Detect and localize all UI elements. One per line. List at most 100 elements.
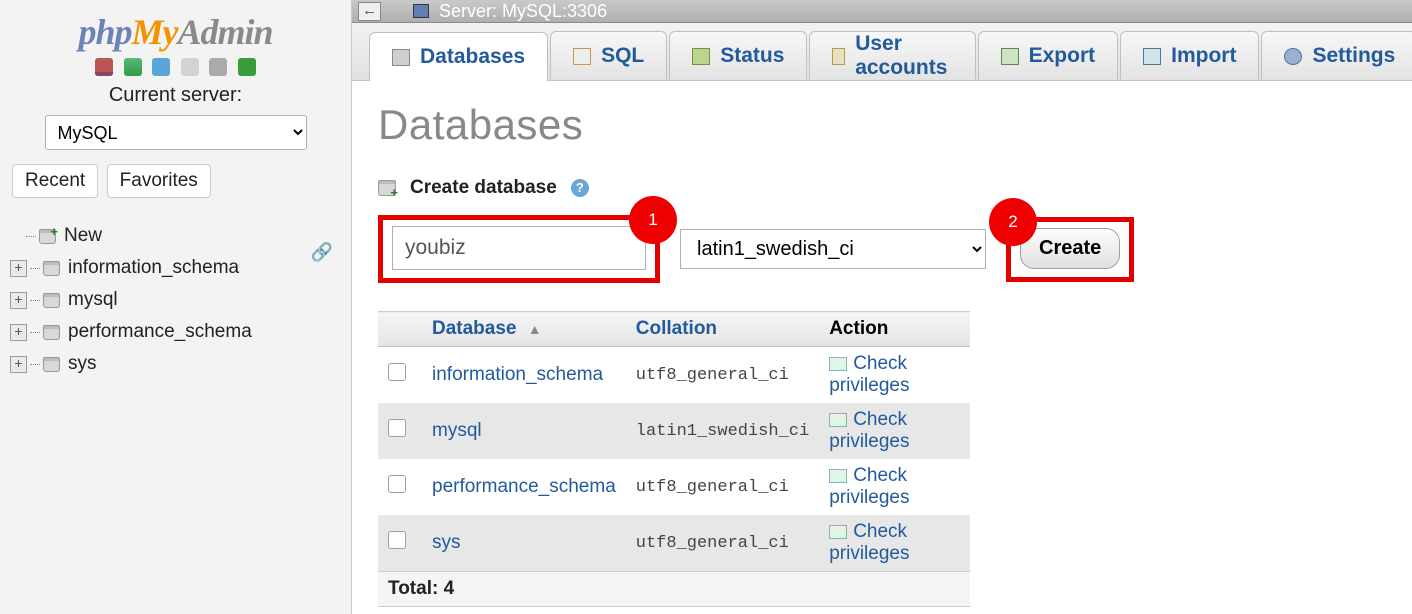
sidebar: phpMyAdmin Current server: MySQL Recent … — [0, 0, 352, 614]
export-icon — [1001, 48, 1019, 65]
databases-table: Database ▲ Collation Action information_… — [378, 311, 970, 607]
highlight-box-1: 1 — [378, 215, 660, 283]
topbar: ← Server: MySQL:3306 — [352, 0, 1412, 23]
tree-new[interactable]: New — [6, 220, 351, 252]
help-icon[interactable]: ? — [571, 179, 589, 197]
logo-php: php — [78, 12, 131, 52]
logo[interactable]: phpMyAdmin — [0, 11, 351, 53]
recent-favorites: Recent Favorites — [12, 164, 351, 198]
database-icon — [43, 293, 60, 308]
tab-export[interactable]: Export — [978, 31, 1119, 80]
tab-label: SQL — [601, 44, 644, 68]
row-checkbox[interactable] — [388, 475, 406, 493]
tree-db-label[interactable]: sys — [68, 348, 97, 380]
import-icon — [1143, 48, 1161, 65]
table-row: mysql latin1_swedish_ci Check privileges — [378, 403, 970, 459]
wrench-icon — [1284, 48, 1302, 65]
server-select[interactable]: MySQL — [45, 115, 307, 150]
expand-icon[interactable]: + — [10, 260, 27, 277]
sql-icon — [573, 48, 591, 65]
privileges-icon — [829, 357, 847, 371]
tab-label: User accounts — [855, 32, 952, 80]
tab-label: Import — [1171, 44, 1236, 68]
server-icon — [413, 4, 429, 18]
page-title: Databases — [378, 101, 1412, 149]
new-database-icon — [39, 229, 56, 244]
tree-item[interactable]: + information_schema — [6, 252, 351, 284]
database-name-input[interactable] — [392, 226, 646, 270]
reload-icon[interactable] — [238, 58, 256, 76]
tree-item[interactable]: + performance_schema — [6, 316, 351, 348]
privileges-icon — [829, 525, 847, 539]
status-icon — [692, 48, 710, 65]
breadcrumb-server[interactable]: Server: MySQL:3306 — [439, 1, 607, 22]
home-icon[interactable] — [95, 58, 113, 76]
col-collation[interactable]: Collation — [626, 312, 819, 347]
back-button[interactable]: ← — [358, 2, 381, 21]
tab-status[interactable]: Status — [669, 31, 807, 80]
settings-icon[interactable] — [209, 58, 227, 76]
tree-item[interactable]: + mysql — [6, 284, 351, 316]
tab-label: Status — [720, 44, 784, 68]
tree-db-label[interactable]: information_schema — [68, 252, 239, 284]
tab-label: Settings — [1312, 44, 1395, 68]
db-link[interactable]: mysql — [432, 420, 482, 441]
row-checkbox[interactable] — [388, 363, 406, 381]
link-icon[interactable]: 🔗 — [311, 242, 333, 263]
expand-icon[interactable]: + — [10, 324, 27, 341]
db-collation: utf8_general_ci — [626, 459, 819, 515]
tree-db-label[interactable]: mysql — [68, 284, 118, 316]
db-link[interactable]: information_schema — [432, 364, 603, 385]
col-database[interactable]: Database ▲ — [422, 312, 626, 347]
table-header: Database ▲ Collation Action — [378, 312, 970, 347]
highlight-box-2: 2 Create — [1006, 217, 1134, 282]
create-database-icon — [378, 180, 396, 196]
tree-new-label[interactable]: New — [64, 220, 102, 252]
tree-item[interactable]: + sys — [6, 348, 351, 380]
db-collation: utf8_general_ci — [626, 347, 819, 404]
database-icon — [43, 357, 60, 372]
database-icon — [43, 261, 60, 276]
row-checkbox[interactable] — [388, 531, 406, 549]
expand-icon[interactable]: + — [10, 356, 27, 373]
col-checkbox — [378, 312, 422, 347]
users-icon — [832, 48, 845, 65]
db-link[interactable]: sys — [432, 532, 461, 553]
col-action: Action — [819, 312, 970, 347]
db-link[interactable]: performance_schema — [432, 476, 616, 497]
sort-asc-icon: ▲ — [528, 321, 542, 337]
tab-sql[interactable]: SQL — [550, 31, 667, 80]
docs-icon[interactable] — [152, 58, 170, 76]
database-icon — [43, 325, 60, 340]
current-server-label: Current server: — [0, 84, 351, 107]
create-button[interactable]: Create — [1020, 228, 1120, 269]
create-database-label: Create database — [410, 177, 557, 199]
logo-my: My — [131, 12, 177, 52]
databases-icon — [392, 49, 410, 66]
privileges-icon — [829, 413, 847, 427]
db-collation: utf8_general_ci — [626, 515, 819, 572]
table-row: information_schema utf8_general_ci Check… — [378, 347, 970, 404]
highlight-badge-1: 1 — [629, 196, 677, 244]
content: Databases Create database ? 1 latin1_swe… — [352, 81, 1412, 614]
main: ← Server: MySQL:3306 Databases SQL Statu… — [352, 0, 1412, 614]
recent-button[interactable]: Recent — [12, 164, 98, 198]
tab-user-accounts[interactable]: User accounts — [809, 31, 975, 80]
tree-db-label[interactable]: performance_schema — [68, 316, 252, 348]
query-window-icon[interactable] — [181, 58, 199, 76]
privileges-icon — [829, 469, 847, 483]
tab-settings[interactable]: Settings — [1261, 31, 1412, 80]
db-collation: latin1_swedish_ci — [626, 403, 819, 459]
tab-label: Export — [1029, 44, 1096, 68]
main-tabs: Databases SQL Status User accounts Expor… — [352, 23, 1412, 81]
collation-select[interactable]: latin1_swedish_ci — [680, 229, 986, 269]
total-label: Total: 4 — [378, 572, 970, 607]
logo-admin: Admin — [177, 12, 272, 52]
row-checkbox[interactable] — [388, 419, 406, 437]
tab-databases[interactable]: Databases — [369, 32, 548, 81]
logout-icon[interactable] — [124, 58, 142, 76]
tab-import[interactable]: Import — [1120, 31, 1259, 80]
expand-icon[interactable]: + — [10, 292, 27, 309]
highlight-badge-2: 2 — [989, 198, 1037, 246]
favorites-button[interactable]: Favorites — [107, 164, 211, 198]
